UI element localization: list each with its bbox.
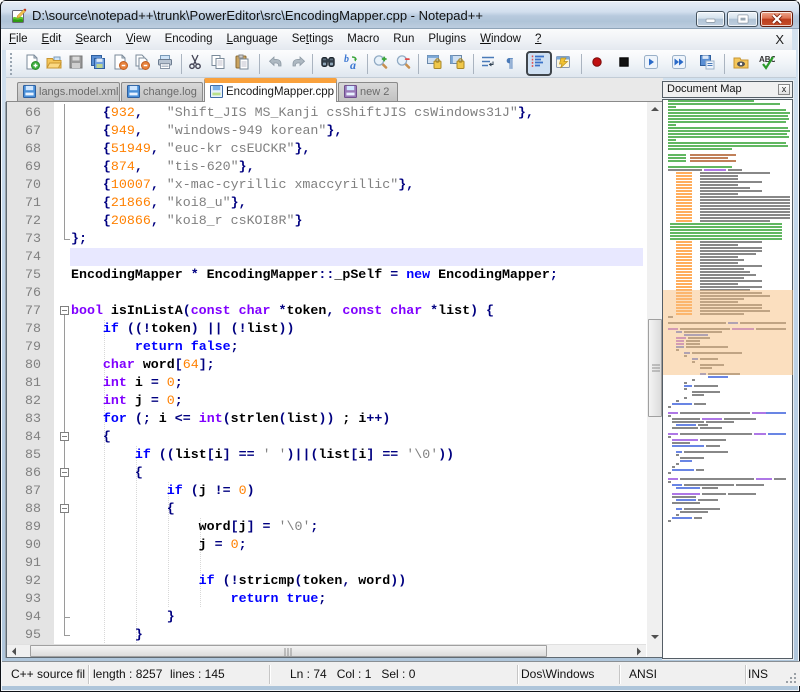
svg-text:b: b — [344, 54, 349, 65]
svg-text:¶: ¶ — [506, 56, 514, 70]
